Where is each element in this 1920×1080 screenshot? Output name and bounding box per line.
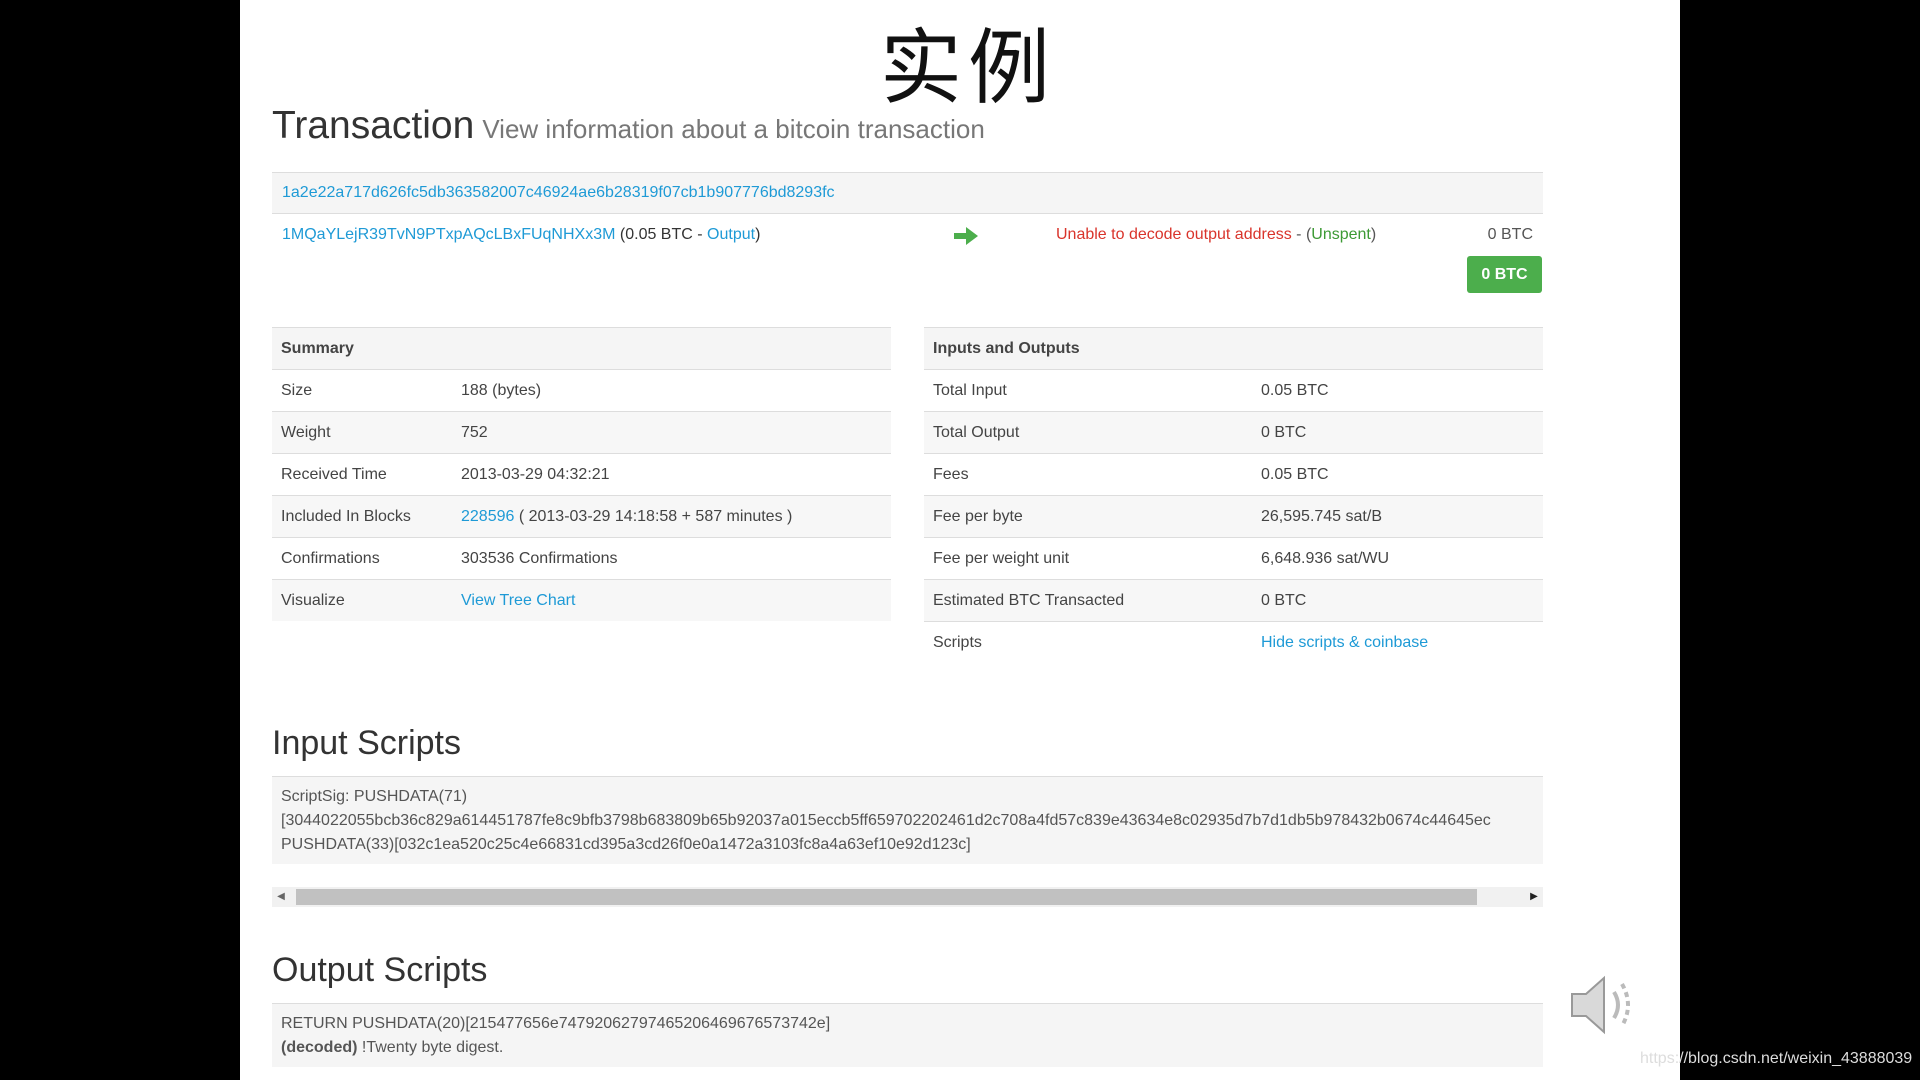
table-row: Total Output 0 BTC xyxy=(924,411,1543,454)
output-address: Unable to decode output address xyxy=(1056,226,1292,243)
row-label: Scripts xyxy=(924,621,1252,663)
page-title: Transaction xyxy=(272,104,475,147)
output-close: ) xyxy=(1370,226,1377,243)
row-value: Hide scripts & coinbase xyxy=(1252,621,1543,663)
scroll-right-icon[interactable]: ▶ xyxy=(1525,887,1543,907)
input-entry: 1MQaYLejR39TvN9PTxpAQcLBxFUqNHXx3M (0.05… xyxy=(282,214,760,256)
row-value: 303536 Confirmations xyxy=(452,537,891,580)
row-value: 228596 ( 2013-03-29 14:18:58 + 587 minut… xyxy=(452,495,891,538)
slide-title: 实例 xyxy=(880,21,1057,116)
row-value: 2013-03-29 04:32:21 xyxy=(452,453,891,496)
row-value: 26,595.745 sat/B xyxy=(1252,495,1543,538)
row-label: Included In Blocks xyxy=(272,495,452,538)
row-value: 188 (bytes) xyxy=(452,369,891,412)
summary-header: Summary xyxy=(272,327,891,370)
io-header: Inputs and Outputs xyxy=(924,327,1543,370)
row-label: Fee per byte xyxy=(924,495,1252,538)
view-tree-chart-link[interactable]: View Tree Chart xyxy=(461,592,575,609)
script-line: [3044022055bcb36c829a614451787fe8c9bfb37… xyxy=(281,812,1491,829)
scroll-left-icon[interactable]: ◀ xyxy=(272,887,290,907)
summary-table: Summary Size 188 (bytes) Weight 752 Receiv… xyxy=(272,327,891,621)
tx-io-row: 1MQaYLejR39TvN9PTxpAQcLBxFUqNHXx3M (0.05… xyxy=(272,214,1543,256)
table-row: Weight 752 xyxy=(272,411,891,454)
horizontal-scrollbar[interactable]: ◀ ▶ xyxy=(272,887,1543,907)
output-scripts-box: RETURN PUSHDATA(20)[215477656e7479206279… xyxy=(272,1003,1543,1067)
page-heading: Transaction View information about a bitc… xyxy=(272,104,985,148)
script-line: ScriptSig: PUSHDATA(71) xyxy=(281,788,468,805)
row-value: 0.05 BTC xyxy=(1252,453,1543,496)
table-row: Visualize View Tree Chart xyxy=(272,579,891,621)
output-entry: Unable to decode output address - (Unspe… xyxy=(1056,214,1376,256)
table-row: Estimated BTC Transacted 0 BTC xyxy=(924,579,1543,622)
row-label: Estimated BTC Transacted xyxy=(924,579,1252,622)
input-output-link[interactable]: Output xyxy=(707,226,755,243)
row-value: View Tree Chart xyxy=(452,579,891,621)
input-scripts-title: Input Scripts xyxy=(272,724,461,762)
row-label: Fees xyxy=(924,453,1252,496)
table-row: Fees 0.05 BTC xyxy=(924,453,1543,496)
table-row: Received Time 2013-03-29 04:32:21 xyxy=(272,453,891,496)
script-line: RETURN PUSHDATA(20)[215477656e7479206279… xyxy=(281,1015,831,1032)
row-label: Total Output xyxy=(924,411,1252,454)
decoded-line: (decoded) !Twenty byte digest. xyxy=(281,1036,1543,1060)
watermark: https://blog.csdn.net/weixin_43888039 xyxy=(1640,1050,1913,1067)
block-link[interactable]: 228596 xyxy=(461,508,514,525)
page-subtitle: View information about a bitcoin transac… xyxy=(482,114,985,144)
table-row: Included In Blocks 228596 ( 2013-03-29 14… xyxy=(272,495,891,538)
row-label: Confirmations xyxy=(272,537,452,580)
output-scripts-title: Output Scripts xyxy=(272,951,488,989)
input-scripts-box: ScriptSig: PUSHDATA(71) [3044022055bcb36… xyxy=(272,776,1543,864)
input-amount: (0.05 BTC - xyxy=(619,226,708,243)
decoded-text: !Twenty byte digest. xyxy=(357,1039,504,1056)
table-row: Size 188 (bytes) xyxy=(272,369,891,412)
slide: 实例 Transaction View information about a b… xyxy=(240,0,1680,1080)
table-row: Fee per weight unit 6,648.936 sat/WU xyxy=(924,537,1543,580)
decoded-label: (decoded) xyxy=(281,1039,358,1056)
row-value: 752 xyxy=(452,411,891,454)
row-label: Weight xyxy=(272,411,452,454)
output-status: Unspent xyxy=(1311,226,1371,243)
output-sep: - ( xyxy=(1291,226,1312,243)
scrollbar-thumb[interactable] xyxy=(296,889,1477,905)
tx-hash-link[interactable]: 1a2e22a717d626fc5db363582007c46924ae6b28… xyxy=(282,184,835,201)
table-row: Confirmations 303536 Confirmations xyxy=(272,537,891,580)
output-amount: 0 BTC xyxy=(1487,226,1533,243)
row-label: Received Time xyxy=(272,453,452,496)
speaker-icon[interactable] xyxy=(1568,970,1644,1040)
row-value: 0 BTC xyxy=(1252,579,1543,622)
row-label: Size xyxy=(272,369,452,412)
total-btc-badge[interactable]: 0 BTC xyxy=(1467,256,1542,293)
input-address-link[interactable]: 1MQaYLejR39TvN9PTxpAQcLBxFUqNHXx3M xyxy=(282,226,615,243)
row-value: 0.05 BTC xyxy=(1252,369,1543,412)
table-row: Scripts Hide scripts & coinbase xyxy=(924,621,1543,663)
table-row: Total Input 0.05 BTC xyxy=(924,369,1543,412)
input-amount-close: ) xyxy=(755,226,761,243)
transaction-box: 1a2e22a717d626fc5db363582007c46924ae6b28… xyxy=(272,172,1543,256)
row-label: Fee per weight unit xyxy=(924,537,1252,580)
table-row: Fee per byte 26,595.745 sat/B xyxy=(924,495,1543,538)
block-info: ( 2013-03-29 14:18:58 + 587 minutes ) xyxy=(514,507,793,525)
script-line: PUSHDATA(33)[032c1ea520c25c4e66831cd395a… xyxy=(281,836,971,853)
row-value: 0 BTC xyxy=(1252,411,1543,454)
right-arrow-icon xyxy=(954,227,978,245)
row-label: Total Input xyxy=(924,369,1252,412)
row-label: Visualize xyxy=(272,579,452,621)
row-value: 6,648.936 sat/WU xyxy=(1252,537,1543,580)
inputs-outputs-table: Inputs and Outputs Total Input 0.05 BTC T… xyxy=(924,327,1543,663)
hide-scripts-link[interactable]: Hide scripts & coinbase xyxy=(1261,634,1428,651)
